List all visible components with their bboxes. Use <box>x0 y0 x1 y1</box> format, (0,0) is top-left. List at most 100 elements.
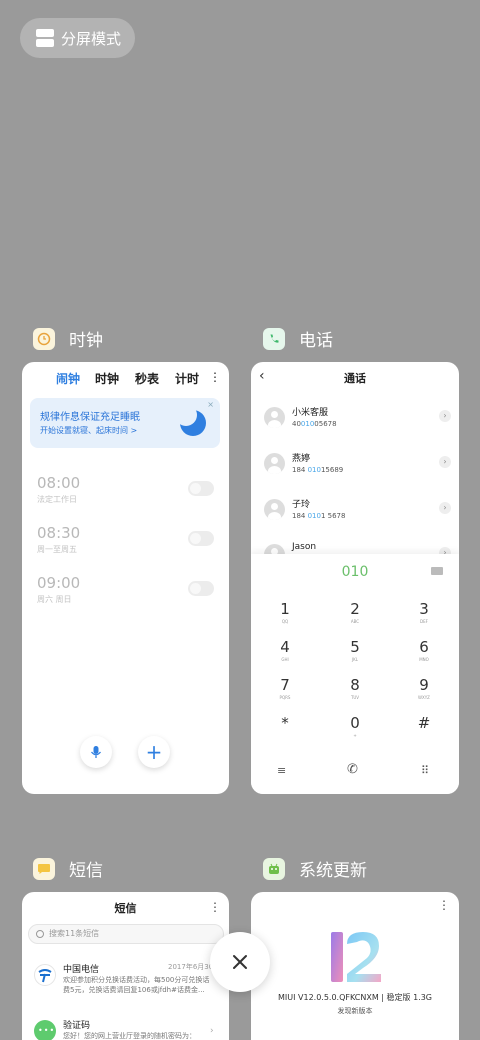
dial-key[interactable]: 3 DEF <box>409 600 439 624</box>
message-date: 2017年6月30 <box>168 963 214 971</box>
dial-key[interactable]: # <box>409 714 439 733</box>
contact-name: 燕婷 <box>292 454 311 464</box>
avatar <box>264 453 285 474</box>
alarm-repeat: 周六 周日 <box>37 595 72 604</box>
app-name: 短信 <box>69 861 103 881</box>
phone-app-card[interactable]: ‹ 通话 小米客服 4001005678 › 燕婷 184 01015689 ›… <box>251 362 459 794</box>
more-icon[interactable]: ⋮ <box>438 898 450 912</box>
more-icon[interactable]: ⋮ <box>209 370 221 384</box>
update-status: 发现新版本 <box>337 1007 373 1015</box>
tab-stopwatch[interactable]: 秒表 <box>135 370 159 387</box>
plus-icon: + <box>145 740 163 764</box>
alarm-item[interactable]: 08:00 法定工作日 <box>37 474 80 505</box>
page-title: 通话 <box>344 372 366 385</box>
moon-icon <box>175 404 206 436</box>
voice-button[interactable] <box>80 736 112 768</box>
contact-name: 子玲 <box>292 500 311 510</box>
chevron-right-icon[interactable]: › <box>439 456 451 468</box>
dial-key[interactable]: 6 MNO <box>409 638 439 662</box>
message-preview: 您好！您的网上营业厅登录的随机密码为：710679，有效时间为3分钟 <box>63 1032 196 1040</box>
dial-key[interactable]: 4 GHI <box>270 638 300 662</box>
dial-key[interactable]: 8 TUV <box>340 676 370 700</box>
tab-timer[interactable]: 计时 <box>175 370 199 387</box>
dialpad: 010 1 QQ 2 ABC 3 DEF 4 GHI 5 JKL 6 MNO 7 PQRS 8… <box>251 554 459 794</box>
alarm-repeat: 法定工作日 <box>37 495 77 504</box>
call-icon[interactable]: ✆ <box>347 762 358 777</box>
contact-number: 184 0101 5678 <box>292 512 346 520</box>
alarm-repeat: 周一至周五 <box>37 545 77 554</box>
message-item[interactable]: ••• 验证码 您好！您的网上营业厅登录的随机密码为：710679，有效时间为3… <box>34 1018 224 1040</box>
app-label-phone: 电话 <box>263 326 333 351</box>
more-icon[interactable]: ⋮ <box>209 900 221 914</box>
app-name: 时钟 <box>69 331 103 351</box>
add-alarm-button[interactable]: + <box>138 736 170 768</box>
menu-icon[interactable]: ≡ <box>277 764 286 777</box>
alarm-item[interactable]: 09:00 周六 周日 <box>37 574 80 605</box>
system-update-app-card[interactable]: ⋮ MIUI V12.0.5.0.QFKCNXM | 稳定版 1.3G 发现新版… <box>251 892 459 1040</box>
miui-12-logo-icon <box>331 932 381 982</box>
dial-key[interactable]: 1 QQ <box>270 600 300 624</box>
chevron-right-icon[interactable]: › <box>439 410 451 422</box>
alarm-toggle[interactable] <box>188 481 214 496</box>
clock-app-card[interactable]: 闹钟 时钟 秒表 计时 ⋮ 规律作息保证充足睡眠 开始设置就寝、起床时间 > ×… <box>22 362 229 794</box>
china-telecom-logo-icon <box>38 969 52 983</box>
dial-key[interactable]: 0 + <box>340 714 370 738</box>
dial-input[interactable]: 010 <box>251 564 459 580</box>
alarm-item[interactable]: 08:30 周一至周五 <box>37 524 80 555</box>
search-placeholder: 搜索11条短信 <box>49 929 100 938</box>
sender-name: 中国电信 <box>63 965 100 975</box>
app-label-sms: 短信 <box>33 856 103 881</box>
contact-number: 4001005678 <box>292 420 337 428</box>
alarm-time: 08:30 <box>37 524 81 542</box>
contact-name: 小米客服 <box>292 408 329 418</box>
dial-key[interactable]: 9 WXYZ <box>409 676 439 700</box>
app-label-update: 系统更新 <box>263 856 367 881</box>
dial-key[interactable]: * <box>270 714 300 733</box>
message-preview: 欢迎参加积分兑换话费活动，每500分可兑换话费5元，兑换话费请回复106或jfd… <box>63 976 210 994</box>
banner-title: 规律作息保证充足睡眠 <box>40 412 140 423</box>
alarm-time: 09:00 <box>37 574 81 592</box>
contact-row[interactable]: 燕婷 184 01015689 › <box>264 449 454 479</box>
sleep-banner[interactable]: 规律作息保证充足睡眠 开始设置就寝、起床时间 > × <box>30 398 220 448</box>
tab-alarm[interactable]: 闹钟 <box>56 370 80 387</box>
chevron-right-icon[interactable]: › <box>439 502 451 514</box>
sms-app-card[interactable]: 短信 ⋮ 搜索11条短信 中国电信 2017年6月30 欢迎参加积分兑换话费活动… <box>22 892 229 1040</box>
sender-name: 验证码 <box>63 1021 91 1031</box>
tab-clock[interactable]: 时钟 <box>95 370 119 387</box>
contact-row[interactable]: 子玲 184 0101 5678 › <box>264 495 454 525</box>
split-screen-label: 分屏模式 <box>61 29 122 48</box>
avatar <box>264 407 285 428</box>
alarm-toggle[interactable] <box>188 581 214 596</box>
message-item[interactable]: 中国电信 2017年6月30 欢迎参加积分兑换话费活动，每500分可兑换话费5元… <box>34 962 224 1002</box>
alarm-toggle[interactable] <box>188 531 214 546</box>
sms-app-icon <box>33 857 55 880</box>
system-update-app-icon <box>263 857 285 880</box>
search-icon <box>36 930 44 938</box>
app-name: 系统更新 <box>299 861 367 881</box>
chevron-right-icon[interactable]: › <box>210 1026 214 1036</box>
close-icon[interactable]: × <box>207 400 214 409</box>
search-input[interactable]: 搜索11条短信 <box>28 924 224 944</box>
contact-number: 184 01015689 <box>292 466 344 474</box>
split-screen-button[interactable]: 分屏模式 <box>20 18 135 58</box>
close-icon <box>233 955 247 969</box>
alarm-time: 08:00 <box>37 474 81 492</box>
microphone-icon <box>90 746 102 758</box>
phone-app-icon <box>263 327 285 350</box>
clock-tabs: 闹钟 时钟 秒表 计时 ⋮ <box>22 370 229 390</box>
avatar: ••• <box>34 1020 56 1040</box>
version-text: MIUI V12.0.5.0.QFKCNXM | 稳定版 1.3G <box>277 993 433 1002</box>
app-name: 电话 <box>299 331 333 351</box>
backspace-icon[interactable] <box>431 567 443 575</box>
contact-row[interactable]: 小米客服 4001005678 › <box>264 403 454 433</box>
split-screen-icon <box>36 29 54 47</box>
avatar <box>264 499 285 520</box>
clear-all-button[interactable] <box>210 932 270 992</box>
contact-name: Jason <box>292 542 317 552</box>
avatar <box>34 964 56 986</box>
dial-key[interactable]: 2 ABC <box>340 600 370 624</box>
dial-key[interactable]: 5 JKL <box>340 638 370 662</box>
dialpad-icon[interactable]: ⠿ <box>421 764 429 777</box>
dial-key[interactable]: 7 PQRS <box>270 676 300 700</box>
banner-subtitle: 开始设置就寝、起床时间 > <box>40 426 138 435</box>
